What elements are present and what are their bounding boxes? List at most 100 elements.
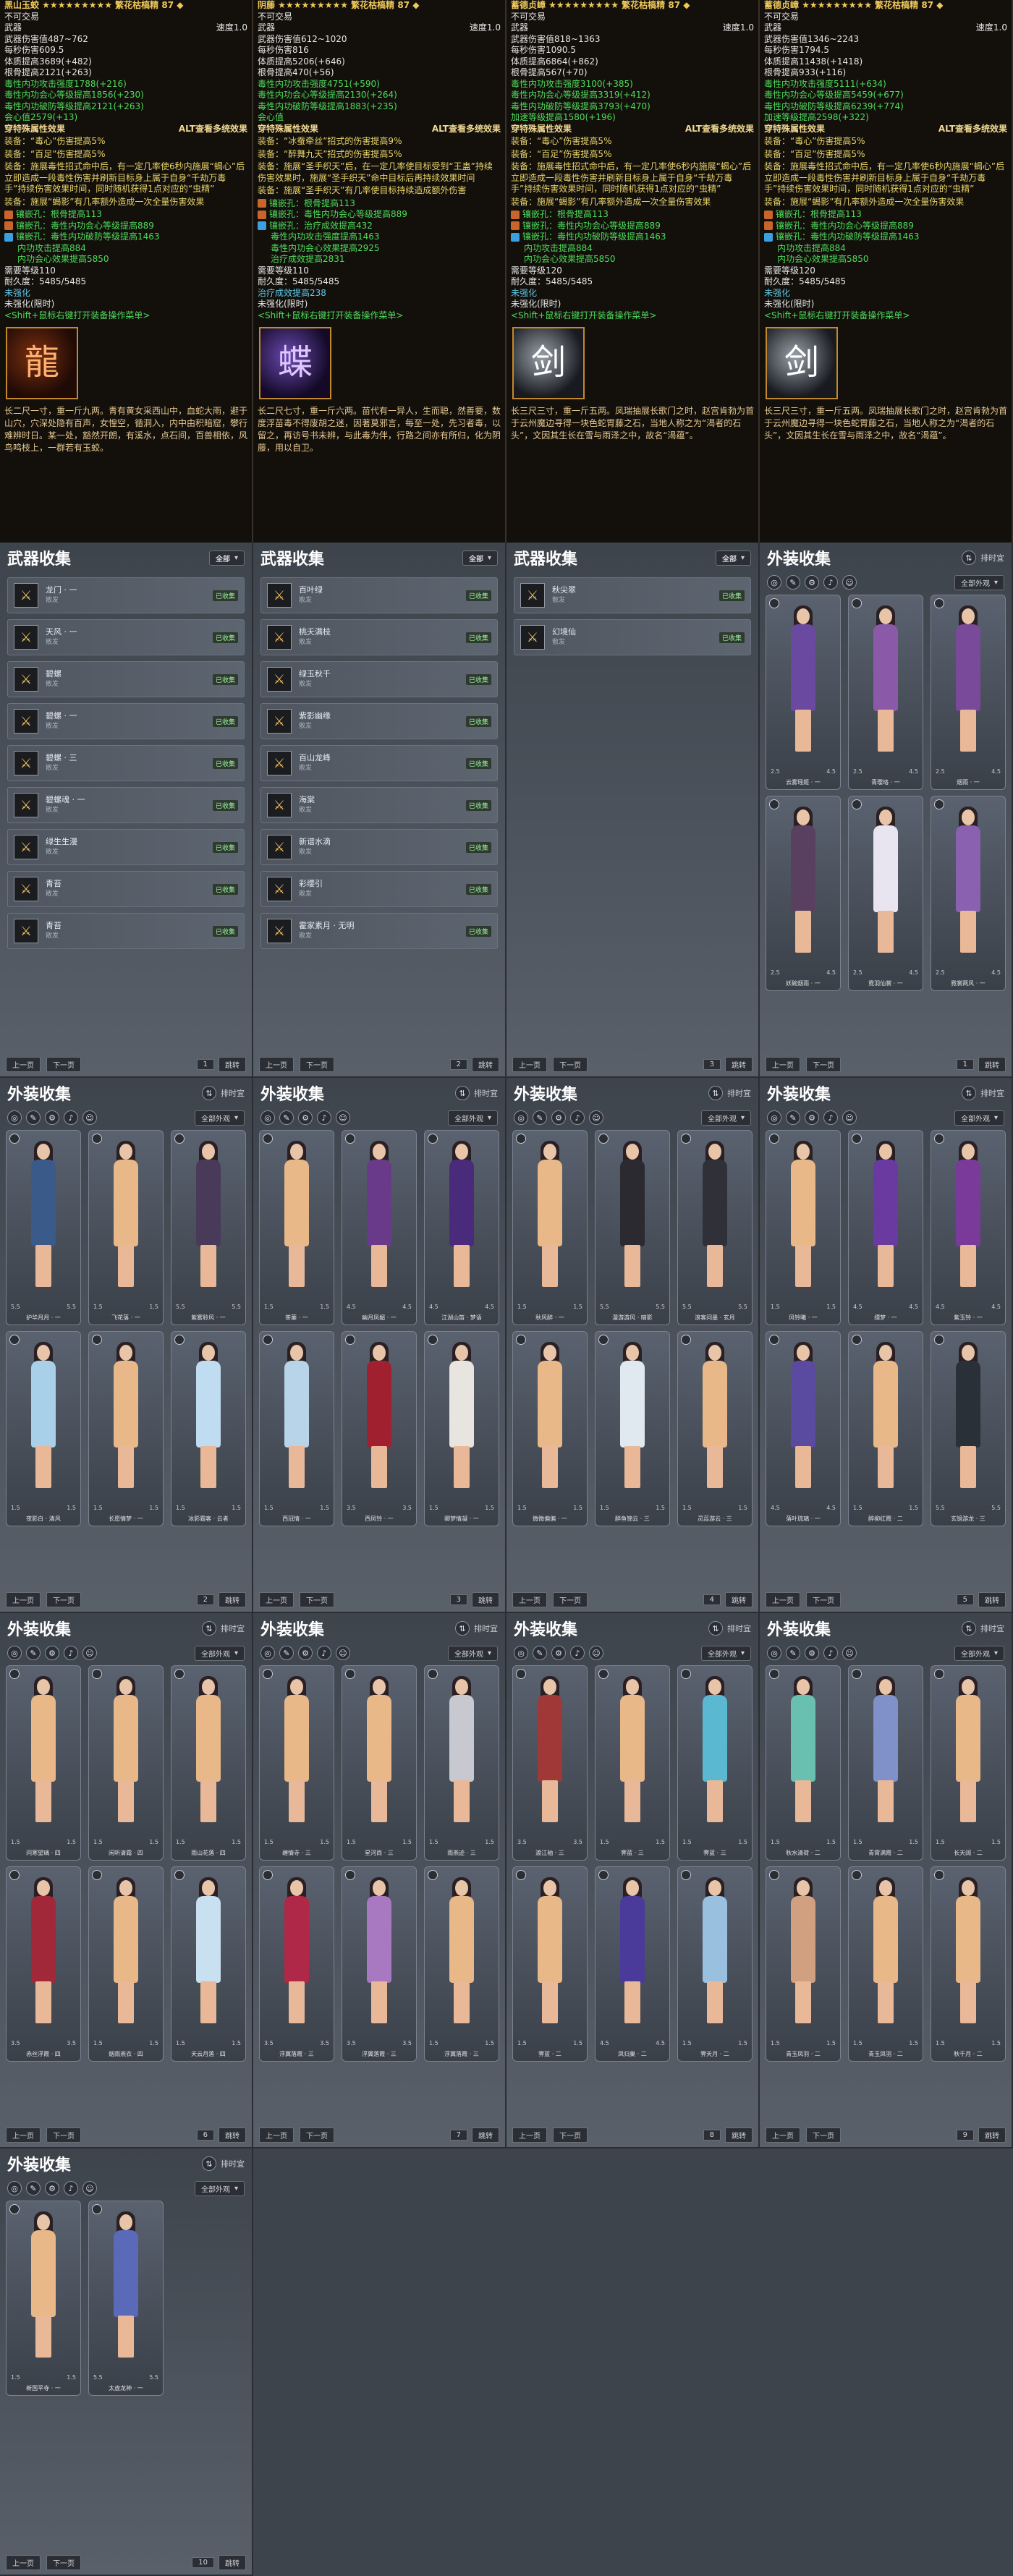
jump-button[interactable]: 跳转 [219, 2127, 246, 2143]
next-page-button[interactable]: 下一页 [806, 1056, 841, 1072]
jump-button[interactable]: 跳转 [219, 1056, 246, 1072]
page-input[interactable]: 5 [956, 1594, 974, 1605]
outfit-card[interactable]: 1.5 1.5 霁蓝 · 三 [677, 1665, 753, 1861]
toolbar-icon[interactable]: ✎ [786, 575, 800, 590]
sort-control[interactable]: ⇅ 排时宜 [708, 1086, 751, 1100]
next-page-button[interactable]: 下一页 [806, 1591, 841, 1607]
page-input[interactable]: 3 [449, 1594, 467, 1605]
page-input[interactable]: 10 [192, 2556, 214, 2568]
sort-control[interactable]: ⇅ 排时宜 [202, 1621, 245, 1636]
weapon-item[interactable]: ⚔ 绿生生漫 散发 已收集 [7, 829, 245, 865]
toolbar-icon[interactable]: ☺ [589, 1646, 603, 1660]
toolbar-icon[interactable]: ✎ [26, 1646, 41, 1660]
weapon-filter-select[interactable]: 全部 ▾ [462, 550, 498, 566]
outfit-card[interactable]: 3.5 3.5 浮翼落霞 · 三 [259, 1866, 334, 2062]
outfit-card[interactable]: 3.5 3.5 西凤铃 · 一 [342, 1331, 417, 1526]
select-checkbox[interactable] [92, 1669, 102, 1679]
weapon-item[interactable]: ⚔ 新谱水滴 散发 已收集 [260, 829, 498, 865]
outfit-card[interactable]: 1.5 1.5 青霄满霞 · 二 [848, 1665, 923, 1861]
toolbar-icon[interactable]: ♪ [823, 1646, 838, 1660]
weapon-filter-select[interactable]: 全部 ▾ [208, 550, 245, 566]
toolbar-icon[interactable]: ⚙ [45, 2181, 59, 2195]
outfit-card[interactable]: 5.5 5.5 漫游游风 · 暗影 [595, 1130, 670, 1325]
outfit-card[interactable]: 1.5 1.5 长天阔 · 二 [931, 1665, 1006, 1861]
prev-page-button[interactable]: 上一页 [259, 1591, 294, 1607]
select-checkbox[interactable] [516, 1669, 526, 1679]
outfit-filter-select[interactable]: 全部外观 ▾ [954, 1645, 1004, 1661]
outfit-card[interactable]: 4.5 4.5 缥梦 · 一 [848, 1130, 923, 1325]
select-checkbox[interactable] [345, 1335, 355, 1345]
outfit-card[interactable]: 1.5 1.5 霁天月 · 二 [677, 1866, 753, 2062]
toolbar-icon[interactable]: ♪ [317, 1110, 331, 1125]
toolbar-icon[interactable]: ☺ [336, 1646, 350, 1660]
toolbar-icon[interactable]: ☺ [82, 1646, 97, 1660]
select-checkbox[interactable] [769, 1335, 779, 1345]
toolbar-icon[interactable]: ⚙ [45, 1110, 59, 1125]
prev-page-button[interactable]: 上一页 [259, 1056, 294, 1072]
outfit-card[interactable]: 3.5 3.5 赤丝浮霞 · 四 [6, 1866, 81, 2062]
select-checkbox[interactable] [681, 1669, 691, 1679]
select-checkbox[interactable] [92, 1335, 102, 1345]
jump-button[interactable]: 跳转 [978, 2127, 1006, 2143]
toolbar-icon[interactable]: ◎ [514, 1110, 528, 1125]
weapon-item[interactable]: ⚔ 天风 · 一散发 已收集 [7, 619, 245, 655]
select-checkbox[interactable] [852, 1870, 862, 1880]
sort-control[interactable]: ⇅ 排时宜 [455, 1086, 498, 1100]
toolbar-icon[interactable]: ✎ [786, 1110, 800, 1125]
prev-page-button[interactable]: 上一页 [766, 1056, 800, 1072]
sort-control[interactable]: ⇅ 排时宜 [962, 551, 1004, 565]
outfit-card[interactable]: 1.5 1.5 霁蓝 · 二 [512, 1866, 588, 2062]
outfit-card[interactable]: 2.5 4.5 霓裳两风 · 一 [931, 796, 1006, 991]
next-page-button[interactable]: 下一页 [46, 2127, 81, 2143]
sort-control[interactable]: ⇅ 排时宜 [708, 1621, 751, 1636]
select-checkbox[interactable] [852, 1669, 862, 1679]
select-checkbox[interactable] [174, 1134, 185, 1144]
next-page-button[interactable]: 下一页 [46, 1591, 81, 1607]
toolbar-icon[interactable]: ◎ [260, 1110, 275, 1125]
page-input[interactable]: 2 [449, 1058, 467, 1070]
outfit-card[interactable]: 1.5 1.5 风铃曦 · 一 [766, 1130, 841, 1325]
weapon-item[interactable]: ⚔ 霍家素月 · 无明 散发 已收集 [260, 913, 498, 949]
toolbar-icon[interactable]: ✎ [533, 1646, 547, 1660]
outfit-filter-select[interactable]: 全部外观 ▾ [700, 1645, 751, 1661]
toolbar-icon[interactable]: ⚙ [551, 1110, 566, 1125]
next-page-button[interactable]: 下一页 [300, 1591, 334, 1607]
page-input[interactable]: 2 [196, 1594, 214, 1605]
select-checkbox[interactable] [769, 1669, 779, 1679]
jump-button[interactable]: 跳转 [725, 1056, 753, 1072]
prev-page-button[interactable]: 上一页 [6, 1591, 41, 1607]
toolbar-icon[interactable]: ☺ [842, 575, 857, 590]
page-input[interactable]: 7 [449, 2129, 467, 2141]
outfit-card[interactable]: 1.5 1.5 醉鱼锦云 · 三 [595, 1331, 670, 1526]
next-page-button[interactable]: 下一页 [46, 2554, 81, 2570]
outfit-card[interactable]: 2.5 4.5 霓羽仙裳 · 一 [848, 796, 923, 991]
select-checkbox[interactable] [934, 1669, 944, 1679]
select-checkbox[interactable] [852, 598, 862, 608]
outfit-card[interactable]: 1.5 1.5 茶蘼 · 一 [259, 1130, 334, 1325]
page-input[interactable]: 6 [196, 2129, 214, 2141]
select-checkbox[interactable] [263, 1335, 273, 1345]
outfit-card[interactable]: 2.5 4.5 妖碗烟雨 · 一 [766, 796, 841, 991]
sort-control[interactable]: ⇅ 排时宜 [962, 1621, 1004, 1636]
jump-button[interactable]: 跳转 [472, 1591, 499, 1607]
select-checkbox[interactable] [769, 1870, 779, 1880]
outfit-filter-select[interactable]: 全部外观 ▾ [194, 2180, 245, 2196]
toolbar-icon[interactable]: ⚙ [298, 1110, 313, 1125]
select-checkbox[interactable] [9, 1870, 20, 1880]
toolbar-icon[interactable]: ✎ [279, 1110, 294, 1125]
outfit-card[interactable]: 3.5 3.5 渡江袖 · 三 [512, 1665, 588, 1861]
select-checkbox[interactable] [263, 1134, 273, 1144]
outfit-card[interactable]: 5.5 5.5 紫雾聆风 · 一 [171, 1130, 246, 1325]
outfit-card[interactable]: 1.5 1.5 飞花落 · 一 [88, 1130, 164, 1325]
page-input[interactable]: 3 [703, 1058, 721, 1070]
jump-button[interactable]: 跳转 [219, 1591, 246, 1607]
toolbar-icon[interactable]: ♪ [64, 2181, 78, 2195]
select-checkbox[interactable] [934, 1335, 944, 1345]
prev-page-button[interactable]: 上一页 [512, 1591, 547, 1607]
outfit-card[interactable]: 1.5 1.5 星河尚 · 三 [342, 1665, 417, 1861]
select-checkbox[interactable] [9, 1335, 20, 1345]
select-checkbox[interactable] [934, 1870, 944, 1880]
jump-button[interactable]: 跳转 [219, 2554, 246, 2570]
toolbar-icon[interactable]: ◎ [7, 2181, 22, 2195]
select-checkbox[interactable] [263, 1870, 273, 1880]
